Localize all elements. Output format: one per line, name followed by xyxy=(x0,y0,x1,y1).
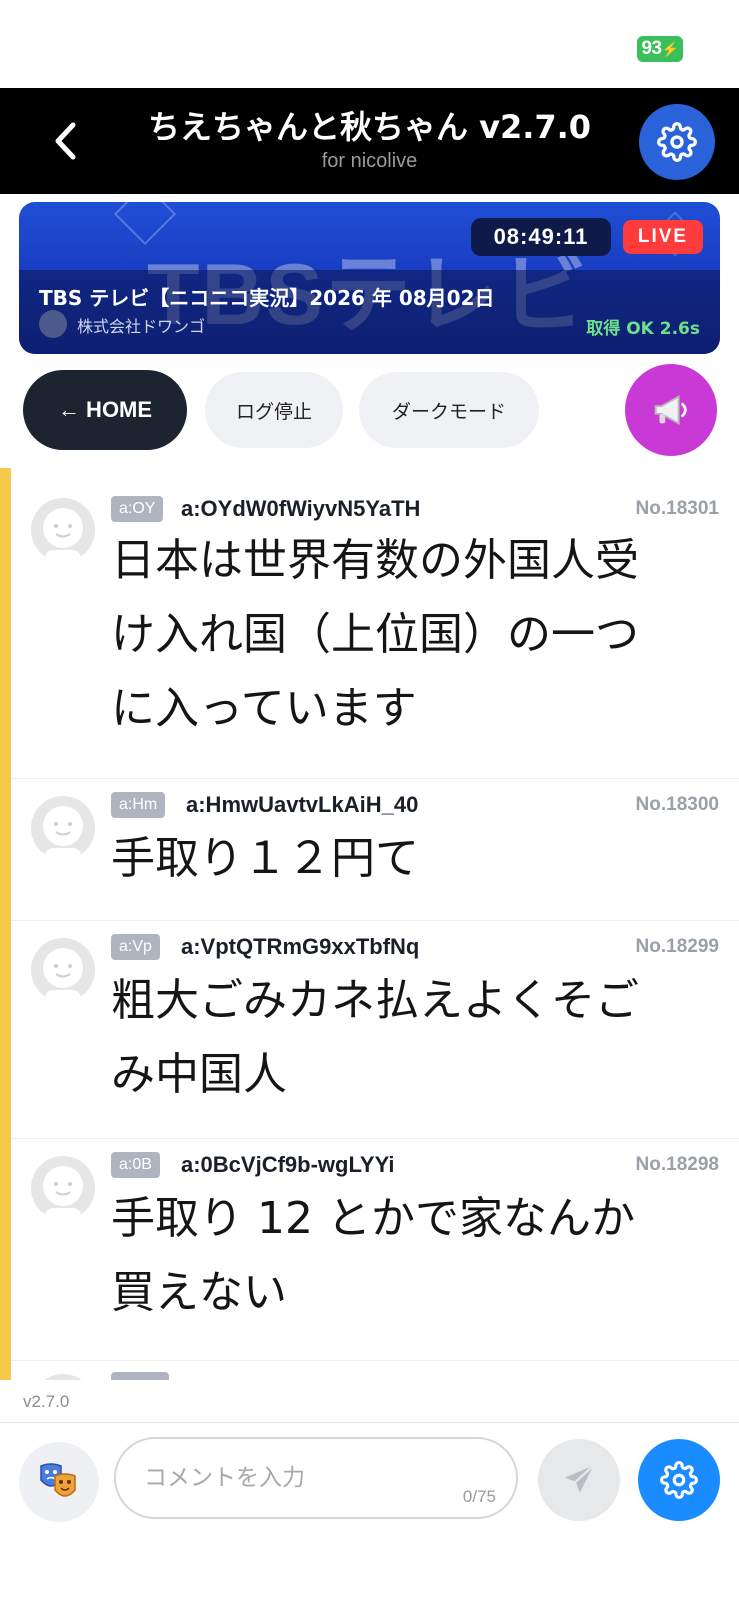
program-title: TBS テレビ【ニコニコ実況】2026 年 08月02日 xyxy=(39,286,495,310)
id-badge xyxy=(111,1372,169,1380)
id-badge: a:Hm xyxy=(111,792,166,818)
comment-number: No.18298 xyxy=(635,1154,719,1175)
app-header: ちえちゃんと秋ちゃん v2.7.0 for nicolive xyxy=(0,88,739,194)
comment-text: 手取り１２円て xyxy=(111,822,711,896)
battery-level: 93 xyxy=(641,38,662,59)
id-badge: a:0B xyxy=(111,1152,160,1178)
user-id: a:HmwUavtvLkAiH_40 xyxy=(186,792,419,817)
megaphone-icon xyxy=(654,394,687,426)
id-badge: a:Vp xyxy=(111,934,160,960)
theater-masks-icon xyxy=(40,1463,76,1497)
gear-icon xyxy=(660,1461,698,1499)
comment-line: み中国人 xyxy=(111,1049,287,1100)
version-label: v2.7.0 xyxy=(23,1392,70,1411)
face-icon xyxy=(43,1166,83,1220)
comment-item-partial[interactable] xyxy=(11,1360,739,1380)
program-banner[interactable]: TBSテレビ 08:49:11 LIVE TBS テレビ【ニコニコ実況】2026… xyxy=(19,202,720,354)
face-icon xyxy=(43,948,83,1002)
user-id: a:OYdW0fWiyvN5YaTH xyxy=(181,496,421,521)
announce-button[interactable] xyxy=(625,364,717,456)
comment-line: 買えない xyxy=(111,1267,287,1318)
user-avatar xyxy=(31,1374,95,1380)
comment-number: No.18299 xyxy=(635,936,719,957)
comment-list[interactable]: a:OY a:OYdW0fWiyvN5YaTH No.18301 日本は世界有数… xyxy=(0,468,739,1380)
user-avatar xyxy=(31,498,95,562)
channel-avatar xyxy=(39,310,67,338)
settings-button-top[interactable] xyxy=(639,104,715,180)
comment-number: No.18300 xyxy=(635,794,719,815)
channel-name: 株式会社ドワンゴ xyxy=(77,317,206,336)
comment-item[interactable]: a:Vp a:VptQTRmG9xxTbfNq No.18299 粗大ごみカネ払… xyxy=(11,920,739,1139)
battery-indicator: 93 ⚡ xyxy=(637,36,683,62)
char-count: 0/75 xyxy=(462,1487,496,1506)
dark-mode-button[interactable]: ダークモード xyxy=(359,372,539,448)
app-subtitle: for nicolive xyxy=(321,150,418,172)
send-icon xyxy=(564,1464,595,1493)
status-bar: 93 ⚡ xyxy=(0,0,739,88)
comment-number: No.18301 xyxy=(635,498,719,519)
comment-line: 手取り１２円て xyxy=(111,833,419,884)
send-button[interactable] xyxy=(538,1439,620,1521)
id-badge: a:OY xyxy=(111,496,164,522)
user-avatar xyxy=(31,1156,95,1220)
user-id: a:0BcVjCf9b-wgLYYi xyxy=(181,1152,395,1177)
home-button[interactable]: ← HOME xyxy=(23,370,187,450)
comment-item[interactable]: a:OY a:OYdW0fWiyvN5YaTH No.18301 日本は世界有数… xyxy=(11,468,739,779)
comment-input-field[interactable]: 0/75 xyxy=(114,1437,518,1519)
comment-text: 手取り 12 とかで家なんか 買えない xyxy=(111,1182,711,1330)
comment-input-bar: 0/75 xyxy=(0,1422,739,1601)
user-avatar xyxy=(31,796,95,860)
comment-text: 日本は世界有数の外国人受 け入れ国（上位国）の一つ に入っています xyxy=(111,524,711,746)
comment-line: 手取り 12 とかで家なんか xyxy=(111,1193,635,1244)
face-icon xyxy=(43,806,83,860)
comment-line: 日本は世界有数の外国人受 xyxy=(111,535,639,586)
app-title: ちえちゃんと秋ちゃん v2.7.0 xyxy=(147,108,592,146)
settings-button-bottom[interactable] xyxy=(638,1439,720,1521)
stream-indicator-bar xyxy=(0,468,11,1380)
user-avatar xyxy=(31,938,95,1002)
gear-icon xyxy=(657,122,697,162)
fetch-status: 取得 OK 2.6s xyxy=(586,319,700,339)
log-stop-button[interactable]: ログ停止 xyxy=(205,372,343,448)
elapsed-time: 08:49:11 xyxy=(471,218,611,256)
comment-item[interactable]: a:Hm a:HmwUavtvLkAiH_40 No.18300 手取り１２円て xyxy=(11,778,739,921)
comment-line: に入っています xyxy=(111,683,417,734)
live-badge: LIVE xyxy=(623,220,703,254)
theater-mask-button[interactable] xyxy=(19,1442,99,1522)
comment-line: け入れ国（上位国）の一つ xyxy=(111,609,639,660)
comment-input[interactable] xyxy=(142,1457,446,1499)
user-id: a:VptQTRmG9xxTbfNq xyxy=(181,934,420,959)
comment-text: 粗大ごみカネ払えよくそご み中国人 xyxy=(111,964,711,1112)
face-icon xyxy=(43,508,83,562)
comment-line: 粗大ごみカネ払えよくそご xyxy=(111,975,639,1026)
comment-item[interactable]: a:0B a:0BcVjCf9b-wgLYYi No.18298 手取り 12 … xyxy=(11,1138,739,1361)
